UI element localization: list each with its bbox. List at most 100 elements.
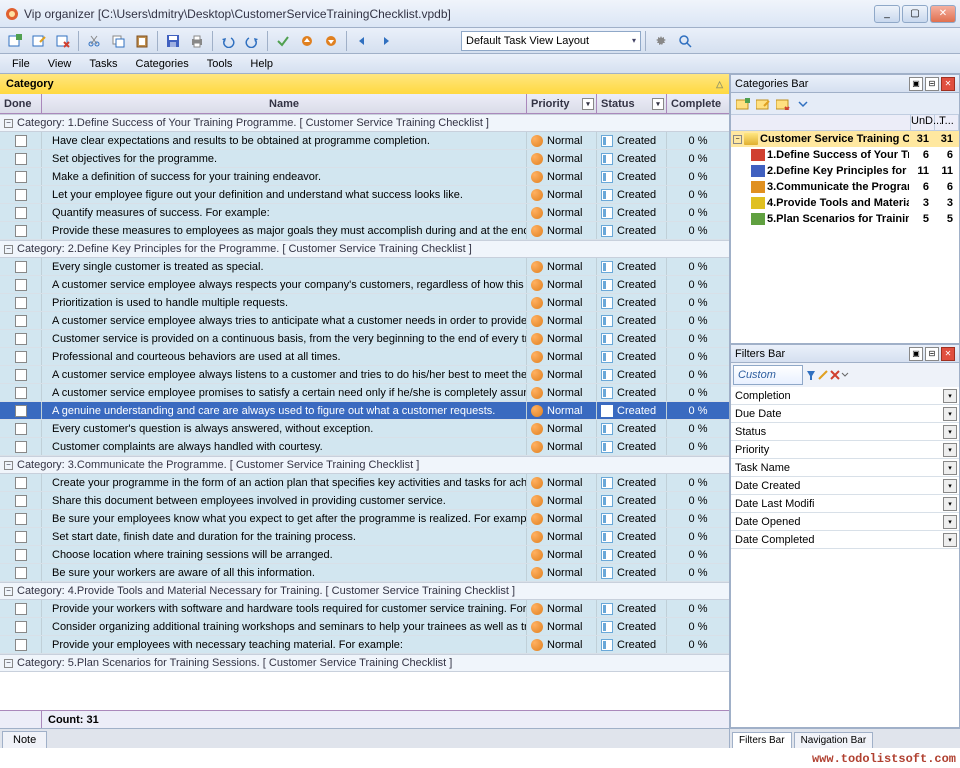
tree-item[interactable]: 4.Provide Tools and Material N33 [731, 195, 959, 211]
panel-restore-icon[interactable]: ▣ [909, 347, 923, 361]
done-checkbox[interactable] [15, 639, 27, 651]
done-checkbox[interactable] [15, 549, 27, 561]
col-name[interactable]: Name [42, 94, 527, 113]
filter-row[interactable]: Date Opened▾ [731, 513, 959, 531]
close-button[interactable]: ✕ [930, 5, 956, 23]
collapse-icon[interactable]: − [4, 659, 13, 668]
panel-close-icon[interactable]: ✕ [941, 347, 955, 361]
done-checkbox[interactable] [15, 207, 27, 219]
filter-row[interactable]: Due Date▾ [731, 405, 959, 423]
col-priority[interactable]: Priority▾ [527, 94, 597, 113]
collapse-icon[interactable]: − [4, 119, 13, 128]
filter-row[interactable]: Completion▾ [731, 387, 959, 405]
copy-button[interactable] [107, 30, 129, 52]
task-row[interactable]: Every customer's question is always answ… [0, 420, 729, 438]
tree-item[interactable]: 1.Define Success of Your Train66 [731, 147, 959, 163]
cat-expand-icon[interactable] [795, 96, 811, 112]
move-right-button[interactable] [375, 30, 397, 52]
maximize-button[interactable]: ▢ [902, 5, 928, 23]
delete-task-button[interactable] [52, 30, 74, 52]
group-header[interactable]: −Category: 3.Communicate the Programme. … [0, 456, 729, 474]
task-row[interactable]: Consider organizing additional training … [0, 618, 729, 636]
done-checkbox[interactable] [15, 333, 27, 345]
task-row[interactable]: Set objectives for the programme.NormalC… [0, 150, 729, 168]
group-header[interactable]: −Category: 1.Define Success of Your Trai… [0, 114, 729, 132]
task-row[interactable]: Prioritization is used to handle multipl… [0, 294, 729, 312]
filter-dropdown-icon[interactable]: ▾ [652, 98, 664, 110]
grid-body[interactable]: −Category: 1.Define Success of Your Trai… [0, 114, 729, 710]
filter-row[interactable]: Priority▾ [731, 441, 959, 459]
cut-button[interactable] [83, 30, 105, 52]
tree-col-total[interactable]: T... [935, 115, 959, 130]
tab-navigation-bar[interactable]: Navigation Bar [794, 732, 874, 748]
priority-down-button[interactable] [320, 30, 342, 52]
done-checkbox[interactable] [15, 477, 27, 489]
task-row[interactable]: Customer complaints are always handled w… [0, 438, 729, 456]
menu-file[interactable]: File [4, 56, 38, 72]
filter-dropdown-icon[interactable]: ▾ [582, 98, 594, 110]
filter-row[interactable]: Date Completed▾ [731, 531, 959, 549]
find-button[interactable] [674, 30, 696, 52]
done-checkbox[interactable] [15, 261, 27, 273]
tree-item[interactable]: 3.Communicate the Programme66 [731, 179, 959, 195]
paste-button[interactable] [131, 30, 153, 52]
col-done[interactable]: Done [0, 94, 42, 113]
tree-item[interactable]: 5.Plan Scenarios for Training S55 [731, 211, 959, 227]
filter-row[interactable]: Status▾ [731, 423, 959, 441]
menu-help[interactable]: Help [242, 56, 281, 72]
panel-pin-icon[interactable]: ⊟ [925, 77, 939, 91]
filter-row[interactable]: Date Created▾ [731, 477, 959, 495]
done-checkbox[interactable] [15, 621, 27, 633]
tree-root[interactable]: −Customer Service Training Che3131 [731, 131, 959, 147]
panel-pin-icon[interactable]: ⊟ [925, 347, 939, 361]
edit-task-button[interactable] [28, 30, 50, 52]
task-row[interactable]: Have clear expectations and results to b… [0, 132, 729, 150]
done-checkbox[interactable] [15, 531, 27, 543]
task-row[interactable]: Set start date, finish date and duration… [0, 528, 729, 546]
task-row[interactable]: Choose location where training sessions … [0, 546, 729, 564]
cat-new-icon[interactable] [735, 96, 751, 112]
dropdown-icon[interactable]: ▾ [943, 515, 957, 529]
task-row[interactable]: Customer service is provided on a contin… [0, 330, 729, 348]
collapse-icon[interactable]: − [4, 587, 13, 596]
group-header[interactable]: −Category: 5.Plan Scenarios for Training… [0, 654, 729, 672]
menu-tools[interactable]: Tools [199, 56, 241, 72]
group-header[interactable]: −Category: 2.Define Key Principles for t… [0, 240, 729, 258]
done-checkbox[interactable] [15, 441, 27, 453]
col-complete[interactable]: Complete [667, 94, 729, 113]
task-row[interactable]: Provide these measures to employees as m… [0, 222, 729, 240]
done-checkbox[interactable] [15, 387, 27, 399]
panel-close-icon[interactable]: ✕ [941, 77, 955, 91]
new-task-button[interactable] [4, 30, 26, 52]
dropdown-icon[interactable]: ▾ [943, 533, 957, 547]
task-row[interactable]: Let your employee figure out your defini… [0, 186, 729, 204]
collapse-icon[interactable]: − [4, 461, 13, 470]
task-row[interactable]: A customer service employee always respe… [0, 276, 729, 294]
move-left-button[interactable] [351, 30, 373, 52]
done-checkbox[interactable] [15, 171, 27, 183]
filter-edit-icon[interactable] [817, 369, 829, 381]
expand-icon[interactable]: − [733, 135, 742, 144]
menu-view[interactable]: View [40, 56, 80, 72]
done-checkbox[interactable] [15, 405, 27, 417]
menu-categories[interactable]: Categories [128, 56, 197, 72]
dropdown-icon[interactable]: ▾ [943, 479, 957, 493]
done-checkbox[interactable] [15, 513, 27, 525]
undo-button[interactable] [217, 30, 239, 52]
panel-restore-icon[interactable]: ▣ [909, 77, 923, 91]
done-checkbox[interactable] [15, 423, 27, 435]
cat-edit-icon[interactable] [755, 96, 771, 112]
group-band[interactable]: Category△ [0, 74, 729, 94]
task-row[interactable]: Be sure your workers are aware of all th… [0, 564, 729, 582]
done-checkbox[interactable] [15, 603, 27, 615]
dropdown-icon[interactable]: ▾ [943, 425, 957, 439]
cat-delete-icon[interactable] [775, 96, 791, 112]
menu-tasks[interactable]: Tasks [81, 56, 125, 72]
done-checkbox[interactable] [15, 135, 27, 147]
task-row[interactable]: Create your programme in the form of an … [0, 474, 729, 492]
complete-button[interactable] [272, 30, 294, 52]
done-checkbox[interactable] [15, 297, 27, 309]
layout-combo[interactable]: Default Task View Layout [461, 31, 641, 51]
minimize-button[interactable]: _ [874, 5, 900, 23]
done-checkbox[interactable] [15, 189, 27, 201]
